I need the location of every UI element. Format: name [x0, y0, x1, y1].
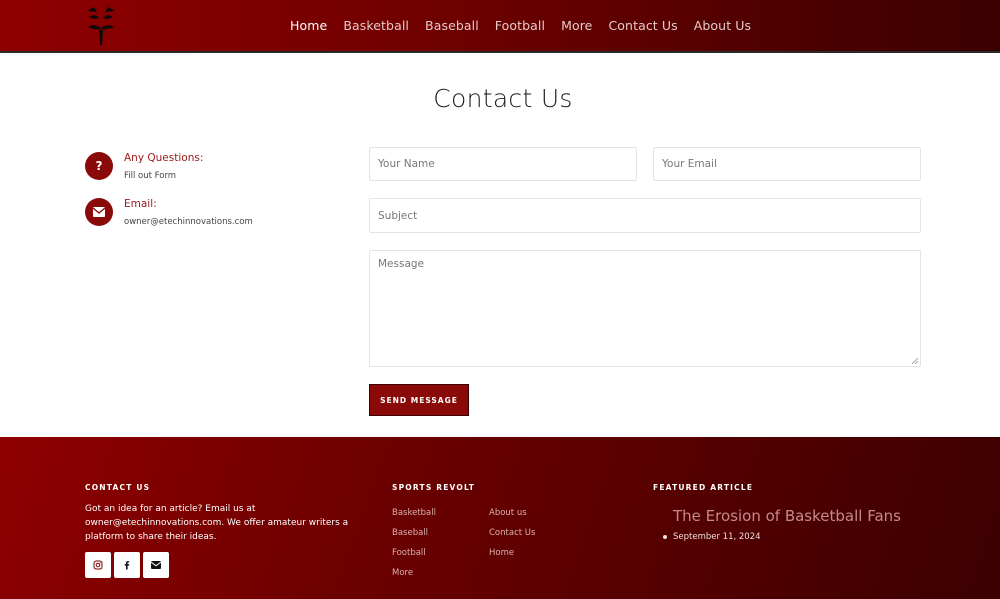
bullet-icon	[663, 534, 667, 539]
resize-handle-icon[interactable]	[912, 358, 918, 364]
featured-article-title[interactable]: The Erosion of Basketball Fans	[673, 507, 901, 525]
footer-link-football[interactable]: Football	[392, 548, 426, 558]
site-logo[interactable]	[84, 3, 118, 47]
nav-football[interactable]: Football	[495, 18, 545, 33]
main-nav: Home Basketball Baseball Football More C…	[290, 18, 767, 33]
site-header: Home Basketball Baseball Football More C…	[0, 0, 1000, 53]
footer-sports-heading: SPORTS REVOLT	[392, 483, 476, 492]
nav-baseball[interactable]: Baseball	[425, 18, 479, 33]
footer-link-about-us[interactable]: About us	[489, 508, 527, 518]
subject-input[interactable]: Subject	[369, 198, 921, 233]
footer-link-home[interactable]: Home	[489, 548, 514, 558]
email-label: Email:	[124, 198, 157, 210]
message-placeholder: Message	[378, 258, 425, 270]
nav-about-us[interactable]: About Us	[694, 18, 751, 33]
email-input[interactable]: Your Email	[653, 147, 921, 181]
name-input[interactable]: Your Name	[369, 147, 637, 181]
footer-featured-heading: FEATURED ARTICLE	[653, 483, 754, 492]
message-textarea[interactable]: Message	[369, 250, 921, 367]
footer-link-more[interactable]: More	[392, 568, 413, 578]
email-value: owner@etechinnovations.com	[124, 217, 253, 227]
name-placeholder: Your Name	[378, 158, 435, 170]
footer-link-basketball[interactable]: Basketball	[392, 508, 436, 518]
info-questions: ? Any Questions: Fill out Form	[85, 152, 203, 181]
question-icon: ?	[85, 152, 113, 180]
envelope-icon	[85, 198, 113, 226]
featured-article-date: September 11, 2024	[663, 532, 761, 542]
questions-label: Any Questions:	[124, 152, 204, 164]
nav-home[interactable]: Home	[290, 18, 327, 33]
facebook-icon[interactable]	[114, 552, 140, 578]
site-footer: CONTACT US Got an idea for an article? E…	[0, 437, 1000, 599]
nav-basketball[interactable]: Basketball	[343, 18, 409, 33]
featured-date-text: September 11, 2024	[673, 532, 761, 542]
email-placeholder: Your Email	[662, 158, 717, 170]
instagram-icon[interactable]	[85, 552, 111, 578]
info-email: Email: owner@etechinnovations.com	[85, 198, 253, 227]
footer-link-baseball[interactable]: Baseball	[392, 528, 428, 538]
send-message-button[interactable]: SEND MESSAGE	[369, 384, 469, 416]
questions-value: Fill out Form	[124, 171, 177, 181]
envelope-icon[interactable]	[143, 552, 169, 578]
footer-link-contact-us[interactable]: Contact Us	[489, 528, 535, 538]
subject-placeholder: Subject	[378, 209, 418, 222]
footer-contact-heading: CONTACT US	[85, 483, 151, 492]
nav-contact-us[interactable]: Contact Us	[608, 18, 677, 33]
footer-contact-text: Got an idea for an article? Email us at …	[85, 504, 349, 542]
page-title: Contact Us	[433, 84, 573, 113]
nav-more[interactable]: More	[561, 18, 592, 33]
